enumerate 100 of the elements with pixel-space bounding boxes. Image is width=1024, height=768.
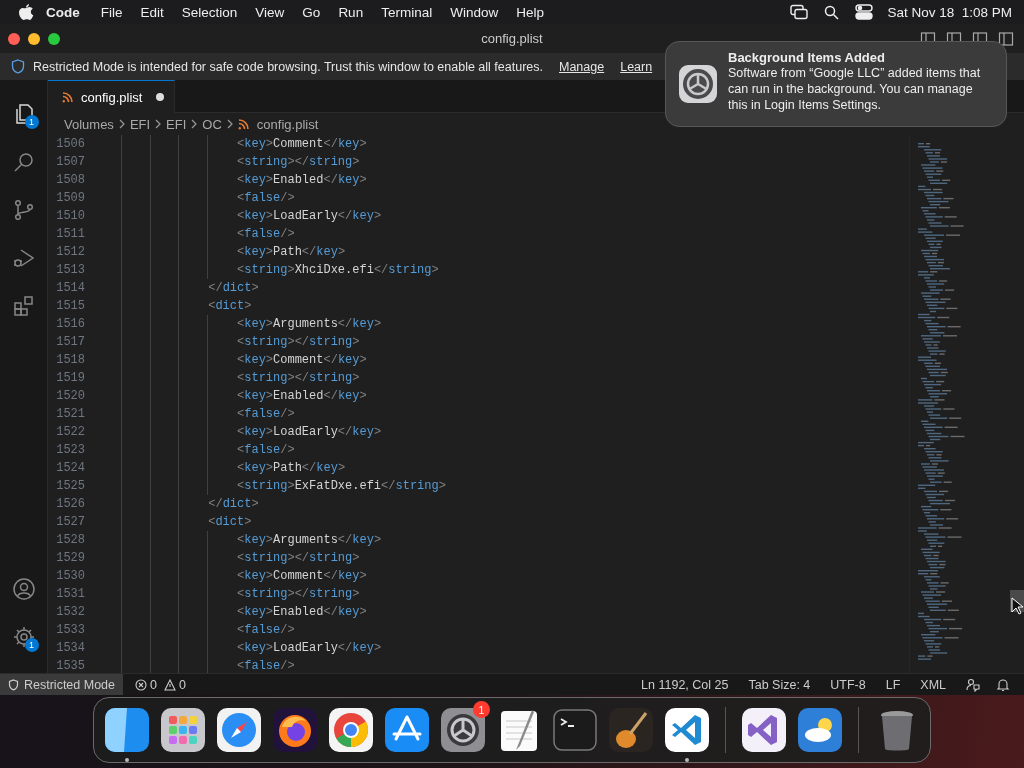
screen-mirroring-icon[interactable] <box>790 4 809 20</box>
line-number: 1508 <box>55 172 86 189</box>
line-number: 1526 <box>55 496 86 513</box>
app-grid-icon[interactable] <box>160 707 206 753</box>
code-line: <string></string> <box>237 550 360 567</box>
menu-item[interactable]: Window <box>441 4 508 20</box>
compass-icon[interactable] <box>216 707 262 753</box>
chevron-right-icon <box>225 119 234 129</box>
line-number: 1523 <box>55 442 86 459</box>
cloud-sun-icon[interactable] <box>797 707 843 753</box>
code-line: <dict> <box>208 298 252 315</box>
code-line: <false/> <box>237 622 295 639</box>
gear-icon[interactable] <box>440 707 486 753</box>
code-line: <key>Comment</key> <box>237 136 367 153</box>
count-badge: 1 <box>24 638 39 652</box>
feedback-icon[interactable] <box>966 677 980 692</box>
line-number: 1509 <box>55 190 86 207</box>
bell-icon[interactable] <box>996 677 1010 692</box>
menu-item[interactable]: Selection <box>172 4 247 20</box>
zoom-window-button[interactable] <box>48 32 60 45</box>
control-center-icon[interactable] <box>855 4 874 20</box>
code-line: <string>XhciDxe.efi</string> <box>237 262 439 279</box>
app-menu[interactable]: Code <box>34 4 92 20</box>
line-number: 1512 <box>55 244 86 261</box>
tricolor-wheel-icon[interactable] <box>328 707 374 753</box>
apple-icon[interactable] <box>18 3 34 21</box>
ribbon-icon[interactable] <box>664 707 710 753</box>
menubar-clock: Sat Nov 18 1:08 PM <box>887 4 1012 20</box>
infinity-ribbon-icon[interactable] <box>741 707 787 753</box>
window-title: config.plist <box>481 31 543 46</box>
status-item[interactable]: Tab Size: 4 <box>748 677 811 692</box>
breadcrumb[interactable]: EFI <box>166 116 187 132</box>
rss-file-icon <box>62 91 73 103</box>
menu-item[interactable]: Help <box>507 4 553 20</box>
line-number: 1507 <box>55 154 86 171</box>
restricted-mode-indicator[interactable]: Restricted Mode <box>0 674 123 695</box>
code-line: <string></string> <box>237 334 360 351</box>
status-item[interactable]: XML <box>920 677 946 692</box>
code-line: <false/> <box>237 190 295 207</box>
line-number: 1529 <box>55 550 86 567</box>
line-number: 1513 <box>55 262 86 279</box>
status-item[interactable]: UTF-8 <box>830 677 866 692</box>
error-icon <box>135 678 147 691</box>
account-icon[interactable] <box>11 577 36 601</box>
line-number: 1517 <box>55 334 86 351</box>
code-line: <key>LoadEarly</key> <box>237 208 382 225</box>
warning-count[interactable]: 0 <box>178 677 186 692</box>
customize-layout-icon[interactable] <box>998 30 1014 47</box>
line-number: 1524 <box>55 460 86 477</box>
chevron-right-icon <box>190 119 199 129</box>
breadcrumb[interactable]: config.plist <box>256 116 319 132</box>
close-window-button[interactable] <box>8 32 20 45</box>
menu-item[interactable]: Go <box>293 4 330 20</box>
code-line: <dict> <box>208 514 252 531</box>
line-number: 1515 <box>55 298 86 315</box>
error-count[interactable]: 0 <box>150 677 157 692</box>
editor-tab[interactable]: config.plist <box>48 80 175 113</box>
code-line: <string></string> <box>237 154 360 171</box>
breadcrumb[interactable]: EFI <box>129 116 151 132</box>
code-line: <string>ExFatDxe.efi</string> <box>237 478 446 495</box>
line-number: 1528 <box>55 532 86 549</box>
extensions-icon[interactable] <box>11 294 36 318</box>
background-items-toast[interactable]: Background Items Added Software from “Google LLC” added items that can run in the background. You can manage this in Login Items Settings. <box>665 41 1007 127</box>
code-line: </dict> <box>208 280 259 297</box>
store-icon[interactable] <box>384 707 430 753</box>
line-number: 1534 <box>55 640 86 657</box>
search-icon[interactable] <box>824 4 840 20</box>
count-badge: 1 <box>24 115 39 129</box>
run-debug-icon[interactable] <box>11 246 36 270</box>
menu-item[interactable]: Run <box>329 4 373 20</box>
shield-icon <box>8 678 19 691</box>
banner-link[interactable]: Learn <box>620 59 653 74</box>
fox-globe-icon[interactable] <box>272 707 318 753</box>
breadcrumb[interactable]: Volumes <box>64 116 114 132</box>
status-item[interactable]: LF <box>885 677 901 692</box>
code-line: <false/> <box>237 406 295 423</box>
line-number: 1533 <box>55 622 86 639</box>
line-number: 1530 <box>55 568 86 585</box>
line-number: 1535 <box>55 658 86 673</box>
terminal-icon[interactable] <box>552 707 598 753</box>
code-line: <key>Arguments</key> <box>237 532 382 549</box>
line-number: 1511 <box>55 226 86 243</box>
menu-item[interactable]: File <box>91 4 132 20</box>
shield-icon <box>11 59 25 74</box>
line-number: 1521 <box>55 406 86 423</box>
minimize-window-button[interactable] <box>28 32 40 45</box>
code-line: <key>Enabled</key> <box>237 388 367 405</box>
code-line: <key>Arguments</key> <box>237 316 382 333</box>
status-item[interactable]: Ln 1192, Col 25 <box>641 677 729 692</box>
breadcrumb[interactable]: OC <box>202 116 222 132</box>
guitar-icon[interactable] <box>608 707 654 753</box>
line-number: 1516 <box>55 316 86 333</box>
rss-file-icon <box>237 118 249 130</box>
menu-item[interactable]: View <box>246 4 294 20</box>
menu-item[interactable]: Edit <box>131 4 173 20</box>
menu-item[interactable]: Terminal <box>372 4 442 20</box>
code-line: <key>Comment</key> <box>237 568 367 585</box>
mouse-pointer-icon <box>1011 597 1023 615</box>
banner-link[interactable]: Manage <box>559 59 605 74</box>
line-number: 1531 <box>55 586 86 603</box>
